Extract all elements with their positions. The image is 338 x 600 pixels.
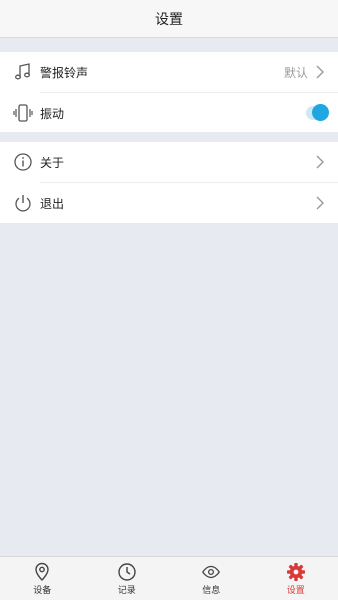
settings-group-notifications: 警报铃声 默认 振动 [0,52,338,132]
vibration-label: 振动 [40,106,65,121]
tab-devices[interactable]: 设备 [0,557,85,600]
music-note-icon [12,61,34,83]
tab-label: 信息 [202,585,221,596]
info-circle-icon [12,151,34,173]
bottom-tab-bar: 设备 记录 信息 设置 [0,556,338,600]
clock-icon [117,562,137,582]
about-label: 关于 [40,155,65,170]
power-icon [12,192,34,214]
tab-label: 设备 [33,585,52,596]
vibration-toggle[interactable] [306,104,329,121]
tab-label: 设置 [286,585,305,596]
alarm-ringtone-row[interactable]: 警报铃声 默认 [0,52,338,92]
vibrate-phone-icon [12,102,34,124]
alarm-ringtone-value: 默认 [283,65,308,80]
navigation-bar: 设置 [0,0,338,38]
logout-label: 退出 [40,196,65,211]
tab-info[interactable]: 信息 [169,557,254,600]
chevron-right-icon [314,154,326,170]
gear-icon [286,562,306,582]
location-pin-icon [32,562,52,582]
alarm-ringtone-label: 警报铃声 [40,65,89,80]
tab-label: 记录 [117,585,136,596]
vibration-row: 振动 [0,93,338,133]
eye-icon [201,562,221,582]
page-title: 设置 [155,11,183,28]
toggle-knob [312,104,329,121]
settings-screen: 设置 警报铃声 默认 振动 关于 退出 设备 记录 信息 设置 [0,0,338,600]
about-row[interactable]: 关于 [0,142,338,182]
chevron-right-icon [314,195,326,211]
chevron-right-icon [314,64,326,80]
settings-group-general: 关于 退出 [0,142,338,223]
logout-row[interactable]: 退出 [0,183,338,223]
tab-settings[interactable]: 设置 [254,557,338,600]
tab-records[interactable]: 记录 [85,557,170,600]
